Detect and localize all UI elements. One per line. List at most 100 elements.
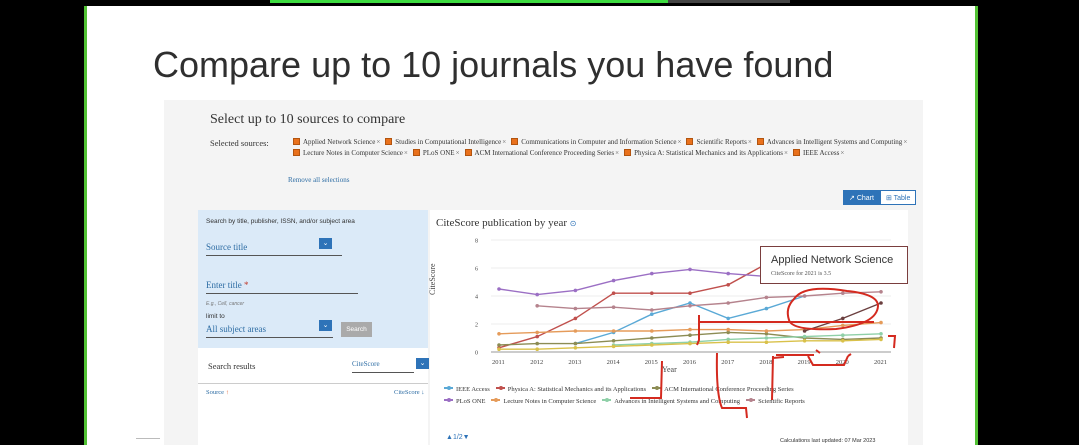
data-point (497, 347, 501, 351)
legend-item[interactable]: IEEE Access (444, 384, 490, 396)
data-point (573, 316, 578, 321)
data-point (535, 341, 539, 346)
selected-source-name: Studies in Computational Intelligence (395, 138, 502, 146)
source-color-swatch (624, 149, 632, 156)
series-line (498, 268, 767, 296)
share-indicator-bar (270, 0, 670, 3)
citescore-column-header[interactable]: CiteScore ↓ (394, 389, 425, 396)
data-point (611, 329, 616, 333)
x-tick-label: 2013 (568, 359, 581, 366)
data-point (688, 304, 692, 308)
source-color-swatch (293, 138, 300, 145)
selected-source-chip: Studies in Computational Intelligence× (380, 138, 506, 146)
source-column-header[interactable]: Source ↑ (206, 389, 229, 396)
sort-select[interactable]: CiteScore (352, 360, 380, 368)
x-tick-label: 2015 (645, 359, 658, 366)
data-point (726, 327, 730, 332)
data-point (611, 278, 616, 283)
data-point (688, 341, 692, 346)
selected-source-chip: Advances in Intelligent Systems and Comp… (752, 138, 907, 146)
chart-view-button[interactable]: ↗ Chart (843, 190, 880, 205)
source-color-swatch (412, 149, 420, 156)
data-point (688, 327, 692, 332)
data-point (726, 283, 730, 287)
source-type-select[interactable]: Source title (206, 242, 247, 252)
legend-item[interactable]: Physica A: Statistical Mechanics and its… (495, 384, 646, 396)
source-type-underline (206, 255, 342, 256)
data-point (497, 332, 501, 336)
legend-item[interactable]: Scientific Reports (746, 396, 805, 408)
chart-legend: IEEE Access Physica A: Statistical Mechan… (444, 384, 844, 408)
source-color-swatch (293, 149, 300, 156)
data-point (802, 334, 807, 339)
selected-sources-list: Applied Network Science× Studies in Compu… (288, 137, 908, 159)
scopus-compare-panel: Select up to 10 sources to compare Selec… (164, 100, 923, 445)
selected-sources-label: Selected sources: (210, 138, 269, 148)
data-point (841, 339, 845, 343)
data-point (726, 340, 730, 344)
source-type-chevron-icon[interactable]: ⌄ (319, 238, 332, 249)
x-tick-label: 2012 (530, 359, 543, 366)
selected-source-name: Communications in Computer and Informati… (521, 138, 677, 146)
title-hint: E.g., Cell, cancer (206, 301, 245, 307)
remove-source-icon[interactable]: × (840, 149, 844, 157)
table-view-label: Table (893, 195, 911, 202)
legend-swatch (495, 385, 505, 390)
x-tick-label: 2018 (759, 359, 772, 366)
selected-source-name: Lecture Notes in Computer Science (303, 149, 403, 157)
data-point (611, 344, 616, 349)
legend-label: ACM International Conference Proceeding … (664, 386, 794, 393)
selected-source-chip: ACM International Conference Proceeding … (460, 149, 619, 157)
source-color-swatch (464, 149, 472, 156)
data-point (764, 340, 769, 344)
search-form-label: Search by title, publisher, ISSN, and/or… (206, 218, 355, 225)
x-tick-label: 2016 (683, 359, 697, 366)
search-column: Search by title, publisher, ISSN, and/or… (198, 210, 429, 445)
table-view-button[interactable]: ⊞ Table (879, 190, 917, 205)
legend-pager-text: 1/2 (452, 434, 463, 441)
legend-label: Lecture Notes in Computer Science (503, 398, 597, 405)
legend-item[interactable]: Advances in Intelligent Systems and Comp… (602, 396, 740, 408)
data-point (573, 346, 578, 350)
search-button[interactable]: Search (341, 322, 372, 337)
enter-title-input[interactable]: Enter title * (206, 280, 249, 290)
y-tick-label: 0 (475, 351, 478, 357)
source-column-label: Source (206, 389, 225, 396)
selected-source-chip: Applied Network Science× (288, 138, 380, 146)
subject-area-select[interactable]: All subject areas (206, 324, 266, 334)
sort-chevron-icon[interactable]: ⌄ (416, 358, 429, 369)
legend-swatch (491, 397, 501, 402)
data-point (650, 329, 654, 333)
data-point (841, 333, 845, 337)
legend-label: PLoS ONE (456, 398, 486, 405)
remove-source-icon[interactable]: × (903, 138, 907, 146)
data-point (726, 316, 730, 321)
legend-item[interactable]: PLoS ONE (444, 396, 485, 408)
bottom-edge-line (136, 438, 160, 439)
remove-source-icon[interactable]: × (456, 149, 460, 157)
data-point (764, 295, 769, 300)
legend-label: Scientific Reports (758, 398, 805, 405)
data-point (573, 288, 578, 293)
legend-swatch (746, 397, 756, 402)
data-point (841, 291, 845, 295)
search-form: Search by title, publisher, ISSN, and/or… (198, 210, 428, 348)
data-point (879, 320, 883, 325)
calculation-note: Calculations last updated: 07 Mar 2023 (780, 438, 876, 444)
legend-item[interactable]: ACM International Conference Proceeding … (652, 384, 794, 396)
legend-pager[interactable]: ▲1/2▼ (446, 434, 470, 441)
selected-source-name: Advances in Intelligent Systems and Comp… (766, 138, 903, 146)
panel-title: Select up to 10 sources to compare (210, 112, 406, 127)
sort-up-icon: ↑ (225, 389, 229, 396)
data-point (573, 341, 578, 346)
data-point (688, 291, 692, 295)
data-point (841, 323, 845, 328)
data-point (611, 305, 616, 309)
legend-item[interactable]: Lecture Notes in Computer Science (491, 396, 596, 408)
y-tick-label: 8 (475, 239, 478, 245)
subject-chevron-icon[interactable]: ⌄ (319, 320, 332, 331)
selected-source-name: Scientific Reports (696, 138, 747, 146)
data-point (802, 339, 807, 343)
source-color-swatch (686, 138, 694, 145)
remove-all-link[interactable]: Remove all selections (288, 176, 349, 184)
